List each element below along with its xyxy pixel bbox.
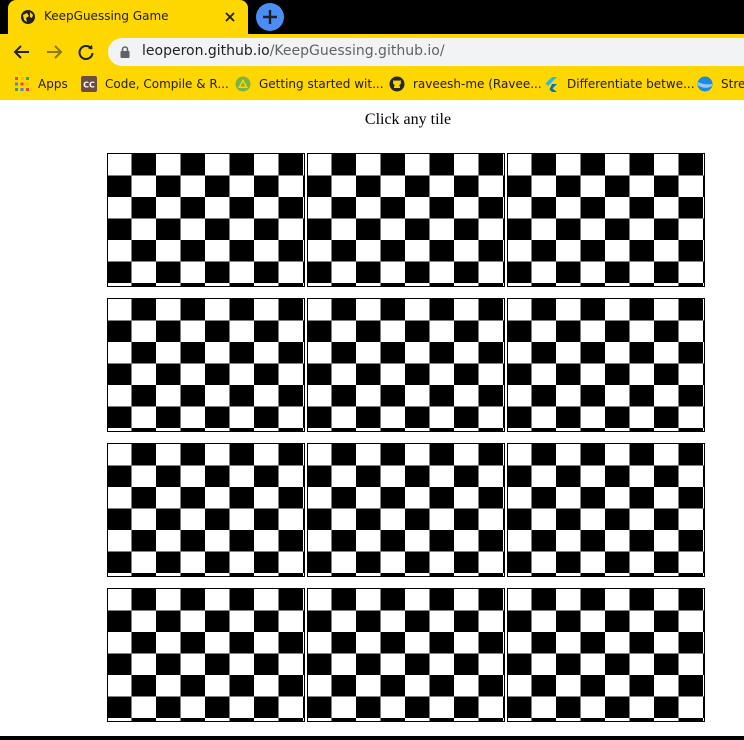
- tile-9[interactable]: [507, 443, 705, 577]
- svg-text:CC: CC: [83, 81, 95, 90]
- bookmark-getting-started[interactable]: Getting started wit...: [235, 76, 384, 94]
- bookmark-label: Differentiate betwe...: [567, 77, 695, 91]
- url-path: /KeepGuessing.github.io/: [269, 43, 445, 59]
- bookmark-label: Code, Compile & R...: [105, 77, 229, 91]
- stream-icon: [697, 76, 713, 92]
- tile-11[interactable]: [307, 588, 505, 722]
- bookmark-code-compile[interactable]: CC Code, Compile & R...: [81, 76, 229, 94]
- bookmark-label: Strea: [721, 77, 744, 91]
- bookmarks-bar: Apps CC Code, Compile & R... Getting sta…: [0, 69, 744, 100]
- tile-4[interactable]: [107, 298, 305, 432]
- taskbar-edge: [0, 736, 744, 740]
- bookmark-raveesh-me[interactable]: raveesh-me (Ravee...: [389, 76, 542, 94]
- bookmark-differentiate[interactable]: Differentiate betwe...: [543, 76, 695, 94]
- url-text: leoperon.github.io/KeepGuessing.github.i…: [142, 43, 445, 59]
- github-icon: [389, 76, 405, 92]
- tab-title: KeepGuessing Game: [44, 9, 169, 23]
- forward-arrow-icon[interactable]: [44, 42, 64, 62]
- bookmark-stream[interactable]: Strea: [697, 76, 744, 94]
- close-icon[interactable]: [222, 9, 238, 25]
- bookmark-apps[interactable]: Apps: [14, 76, 74, 94]
- bookmark-label: Apps: [38, 77, 68, 91]
- triangle-icon: [235, 76, 251, 92]
- tile-8[interactable]: [307, 443, 505, 577]
- tile-1[interactable]: [107, 153, 305, 287]
- new-tab-button[interactable]: [256, 3, 284, 31]
- tile-3[interactable]: [507, 153, 705, 287]
- url-host: leoperon.github.io: [142, 43, 270, 59]
- cc-icon: CC: [81, 76, 97, 92]
- tile-grid: [107, 153, 705, 722]
- tile-7[interactable]: [107, 443, 305, 577]
- tile-10[interactable]: [107, 588, 305, 722]
- tile-12[interactable]: [507, 588, 705, 722]
- bookmark-label: raveesh-me (Ravee...: [413, 77, 542, 91]
- flutter-icon: [545, 77, 557, 92]
- plus-icon: [263, 10, 277, 24]
- back-arrow-icon[interactable]: [12, 42, 32, 62]
- tab-strip: KeepGuessing Game: [0, 0, 744, 34]
- tab-keepguessing[interactable]: KeepGuessing Game: [8, 0, 248, 34]
- tile-5[interactable]: [307, 298, 505, 432]
- lock-icon[interactable]: [118, 45, 132, 59]
- tile-6[interactable]: [507, 298, 705, 432]
- tile-2[interactable]: [307, 153, 505, 287]
- reload-icon[interactable]: [76, 42, 96, 62]
- address-bar[interactable]: leoperon.github.io/KeepGuessing.github.i…: [108, 38, 744, 66]
- instruction-text: Click any tile: [364, 111, 452, 128]
- bookmark-label: Getting started wit...: [259, 77, 384, 91]
- globe-icon: [21, 10, 35, 24]
- apps-grid-icon: [15, 77, 29, 91]
